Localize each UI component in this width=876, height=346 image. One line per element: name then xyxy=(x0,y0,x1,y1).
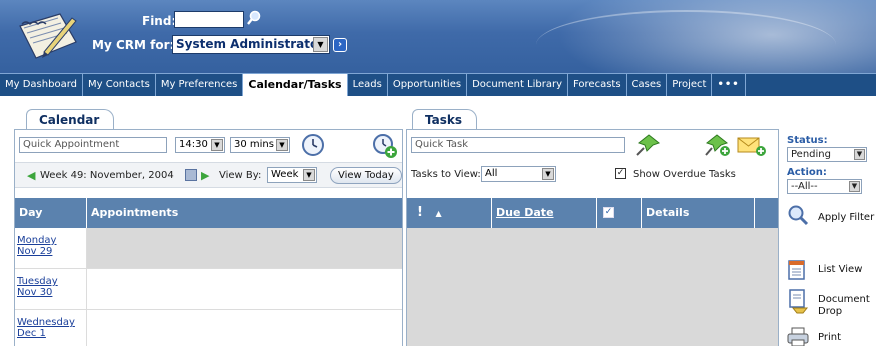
day-date-monday[interactable]: Nov 29 xyxy=(17,246,86,257)
action-label: Action: xyxy=(787,167,827,178)
view-by-label: View By: xyxy=(219,170,262,181)
due-date-column-header[interactable]: Due Date xyxy=(492,198,597,228)
nav-tab[interactable]: Document Library xyxy=(467,74,569,96)
appointment-time-value: 14:30 xyxy=(179,139,208,150)
chevron-down-icon: ▼ xyxy=(211,139,223,151)
details-column-header: Details xyxy=(642,198,755,228)
checkbox-icon: ✓ xyxy=(603,207,614,218)
complete-column-header: ✓ xyxy=(597,198,642,228)
crm-for-label: My CRM for: xyxy=(92,38,175,52)
email-task-icon[interactable] xyxy=(737,136,767,156)
view-by-value: Week xyxy=(271,169,299,180)
clock-icon[interactable] xyxy=(301,133,325,157)
tasks-header-spacer xyxy=(755,198,778,228)
show-overdue-label: Show Overdue Tasks xyxy=(633,169,736,180)
tasks-panel: Quick Task Tasks to View: All ▼ ✓ Show O… xyxy=(406,129,779,346)
chevron-down-icon: ▼ xyxy=(854,149,865,160)
add-appointment-icon[interactable] xyxy=(372,133,398,159)
calendar-picker-icon[interactable] xyxy=(185,169,197,181)
show-overdue-checkbox[interactable]: ✓ xyxy=(615,168,626,179)
action-value: --All-- xyxy=(791,181,818,192)
tasks-list-area xyxy=(407,228,778,346)
tasks-filter-bar: Tasks to View: All ▼ ✓ Show Overdue Task… xyxy=(407,162,778,188)
list-view-icon[interactable] xyxy=(787,259,807,281)
view-by-select[interactable]: Week ▼ xyxy=(267,167,317,183)
day-link-wednesday[interactable]: Wednesday xyxy=(17,317,86,328)
chevron-down-icon: ▼ xyxy=(849,181,860,192)
day-cell: Tuesday Nov 30 xyxy=(15,269,87,310)
crm-logo-icon xyxy=(19,13,77,59)
calendar-panel-tab[interactable]: Calendar xyxy=(26,109,115,131)
tasks-to-view-value: All xyxy=(485,168,498,179)
app-header: Find: My CRM for: System Administrator ▼… xyxy=(0,0,876,73)
printer-icon[interactable] xyxy=(787,327,809,346)
nav-tab[interactable]: Calendar/Tasks xyxy=(243,74,348,96)
appointments-column-header: Appointments xyxy=(87,198,402,228)
nav-tab[interactable]: Project xyxy=(667,74,713,96)
add-task-pushpin-icon[interactable] xyxy=(705,133,731,157)
day-column-header: Day xyxy=(15,198,87,228)
previous-week-icon[interactable]: ◀ xyxy=(27,169,35,182)
nav-tab[interactable]: Forecasts xyxy=(568,74,627,96)
side-panel: Status: Pending ▼ Action: --All-- ▼ Appl… xyxy=(781,131,876,346)
day-link-monday[interactable]: Monday xyxy=(17,235,86,246)
next-week-icon[interactable]: ▶ xyxy=(201,169,209,182)
main-content: Calendar Quick Appointment 14:30 ▼ 30 mi… xyxy=(0,99,876,346)
nav-tab[interactable]: My Dashboard xyxy=(0,74,83,96)
find-input[interactable] xyxy=(174,11,244,28)
chevron-down-icon: ▼ xyxy=(303,169,315,181)
day-cell: Wednesday Dec 1 xyxy=(15,310,87,346)
calendar-panel: Quick Appointment 14:30 ▼ 30 mins ▼ ◀ We… xyxy=(14,129,403,346)
header-decoration-line xyxy=(536,10,836,73)
appointments-cell-monday[interactable] xyxy=(87,228,402,269)
status-value: Pending xyxy=(791,149,831,160)
view-today-button[interactable]: View Today xyxy=(330,167,402,184)
magnifier-icon[interactable] xyxy=(787,204,809,226)
chevron-down-icon: ▼ xyxy=(542,168,554,180)
more-tabs-button[interactable]: ••• xyxy=(712,74,746,96)
list-view-link[interactable]: List View xyxy=(818,264,862,276)
status-label: Status: xyxy=(787,135,828,146)
priority-column-header[interactable]: ! ▲ xyxy=(407,198,492,228)
crm-user-select[interactable]: System Administrator ▼ xyxy=(172,35,330,54)
action-select[interactable]: --All-- ▼ xyxy=(787,179,862,194)
nav-tab[interactable]: Cases xyxy=(627,74,668,96)
main-navigation: My Dashboard My Contacts My Preferences Cal… xyxy=(0,73,876,99)
go-arrow-icon[interactable]: › xyxy=(333,38,347,52)
nav-tab[interactable]: Opportunities xyxy=(388,74,468,96)
crm-user-value: System Administrator xyxy=(176,37,325,51)
chevron-down-icon: ▼ xyxy=(276,139,288,151)
quick-task-input[interactable]: Quick Task xyxy=(411,137,625,153)
appointment-time-select[interactable]: 14:30 ▼ xyxy=(175,137,225,153)
status-select[interactable]: Pending ▼ xyxy=(787,147,867,162)
document-drop-icon[interactable] xyxy=(787,288,811,314)
find-label: Find: xyxy=(142,14,177,28)
nav-tab[interactable]: My Contacts xyxy=(83,74,156,96)
chevron-down-icon: ▼ xyxy=(313,37,328,52)
nav-tab[interactable]: My Preferences xyxy=(156,74,244,96)
nav-tab[interactable]: Leads xyxy=(348,74,388,96)
appointments-cell-wednesday[interactable] xyxy=(87,310,402,346)
print-link[interactable]: Print xyxy=(818,332,841,344)
document-drop-link[interactable]: Document Drop xyxy=(818,294,874,318)
apply-filter-link[interactable]: Apply Filter xyxy=(818,212,874,224)
quick-appointment-input[interactable]: Quick Appointment xyxy=(19,137,167,153)
sort-ascending-icon: ▲ xyxy=(435,209,442,218)
day-link-tuesday[interactable]: Tuesday xyxy=(17,276,86,287)
day-date-wednesday[interactable]: Dec 1 xyxy=(17,328,86,339)
tasks-panel-tab[interactable]: Tasks xyxy=(412,109,478,131)
priority-header-label: ! xyxy=(417,205,423,220)
day-cell: Monday Nov 29 xyxy=(15,228,87,269)
week-navigation-bar: ◀ Week 49: November, 2004 ▶ View By: Wee… xyxy=(15,162,402,188)
appointments-cell-tuesday[interactable] xyxy=(87,269,402,310)
tasks-to-view-label: Tasks to View: xyxy=(411,169,481,180)
week-label: Week 49: November, 2004 xyxy=(40,170,174,181)
tasks-to-view-select[interactable]: All ▼ xyxy=(481,166,556,182)
search-icon[interactable] xyxy=(246,10,262,28)
appointment-duration-select[interactable]: 30 mins ▼ xyxy=(230,137,290,153)
appointment-duration-value: 30 mins xyxy=(234,139,274,150)
pushpin-icon[interactable] xyxy=(635,133,661,157)
day-date-tuesday[interactable]: Nov 30 xyxy=(17,287,86,298)
